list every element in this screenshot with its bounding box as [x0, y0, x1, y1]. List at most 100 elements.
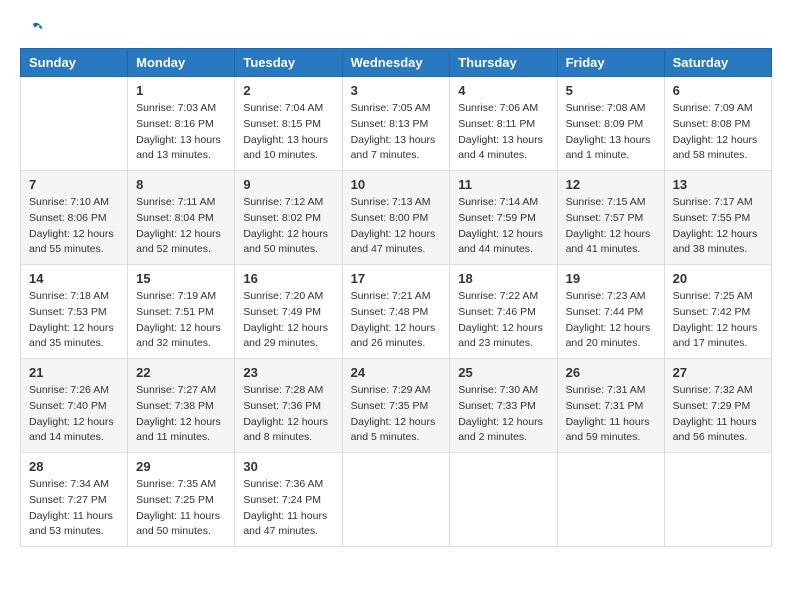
sunrise-text: Sunrise: 7:19 AM [136, 289, 226, 305]
day-info: Sunrise: 7:15 AMSunset: 7:57 PMDaylight:… [566, 195, 656, 258]
sunset-text: Sunset: 8:09 PM [566, 117, 656, 133]
calendar-header-row: SundayMondayTuesdayWednesdayThursdayFrid… [21, 49, 772, 77]
sunrise-text: Sunrise: 7:25 AM [673, 289, 763, 305]
sunrise-text: Sunrise: 7:11 AM [136, 195, 226, 211]
sunset-text: Sunset: 7:49 PM [243, 305, 333, 321]
sunset-text: Sunset: 8:08 PM [673, 117, 763, 133]
sunrise-text: Sunrise: 7:09 AM [673, 101, 763, 117]
day-number: 5 [566, 83, 656, 98]
day-number: 16 [243, 271, 333, 286]
daylight-text: Daylight: 11 hours and 47 minutes. [243, 509, 333, 541]
sunrise-text: Sunrise: 7:18 AM [29, 289, 119, 305]
daylight-text: Daylight: 11 hours and 56 minutes. [673, 415, 763, 447]
day-number: 30 [243, 459, 333, 474]
day-number: 8 [136, 177, 226, 192]
calendar-week-row: 1Sunrise: 7:03 AMSunset: 8:16 PMDaylight… [21, 77, 772, 171]
day-number: 14 [29, 271, 119, 286]
daylight-text: Daylight: 13 hours and 13 minutes. [136, 133, 226, 165]
day-info: Sunrise: 7:04 AMSunset: 8:15 PMDaylight:… [243, 101, 333, 164]
day-info: Sunrise: 7:32 AMSunset: 7:29 PMDaylight:… [673, 383, 763, 446]
calendar-cell: 2 Sunrise: 7:04 AMSunset: 8:15 PMDaylight… [235, 77, 342, 171]
daylight-text: Daylight: 12 hours and 50 minutes. [243, 227, 333, 259]
calendar-cell: 8 Sunrise: 7:11 AMSunset: 8:04 PMDaylight… [128, 171, 235, 265]
day-number: 21 [29, 365, 119, 380]
weekday-header-tuesday: Tuesday [235, 49, 342, 77]
day-info: Sunrise: 7:12 AMSunset: 8:02 PMDaylight:… [243, 195, 333, 258]
day-number: 2 [243, 83, 333, 98]
daylight-text: Daylight: 12 hours and 8 minutes. [243, 415, 333, 447]
sunset-text: Sunset: 7:55 PM [673, 211, 763, 227]
sunset-text: Sunset: 7:27 PM [29, 493, 119, 509]
calendar-cell [342, 453, 450, 547]
sunset-text: Sunset: 7:51 PM [136, 305, 226, 321]
calendar-week-row: 21Sunrise: 7:26 AMSunset: 7:40 PMDayligh… [21, 359, 772, 453]
daylight-text: Daylight: 12 hours and 41 minutes. [566, 227, 656, 259]
calendar-cell: 14 Sunrise: 7:18 AMSunset: 7:53 PMDayligh… [21, 265, 128, 359]
day-info: Sunrise: 7:09 AMSunset: 8:08 PMDaylight:… [673, 101, 763, 164]
sunset-text: Sunset: 8:02 PM [243, 211, 333, 227]
sunrise-text: Sunrise: 7:28 AM [243, 383, 333, 399]
calendar-cell: 24Sunrise: 7:29 AMSunset: 7:35 PMDayligh… [342, 359, 450, 453]
day-number: 10 [351, 177, 442, 192]
daylight-text: Daylight: 11 hours and 59 minutes. [566, 415, 656, 447]
sunrise-text: Sunrise: 7:27 AM [136, 383, 226, 399]
sunrise-text: Sunrise: 7:04 AM [243, 101, 333, 117]
weekday-header-monday: Monday [128, 49, 235, 77]
calendar-cell: 30 Sunrise: 7:36 AMSunset: 7:24 PMDayligh… [235, 453, 342, 547]
day-info: Sunrise: 7:08 AMSunset: 8:09 PMDaylight:… [566, 101, 656, 164]
day-info: Sunrise: 7:31 AMSunset: 7:31 PMDaylight:… [566, 383, 656, 446]
sunrise-text: Sunrise: 7:31 AM [566, 383, 656, 399]
calendar-cell: 6Sunrise: 7:09 AMSunset: 8:08 PMDaylight… [664, 77, 771, 171]
day-number: 23 [243, 365, 333, 380]
day-number: 11 [458, 177, 548, 192]
daylight-text: Daylight: 12 hours and 26 minutes. [351, 321, 442, 353]
sunset-text: Sunset: 8:13 PM [351, 117, 442, 133]
day-info: Sunrise: 7:25 AMSunset: 7:42 PMDaylight:… [673, 289, 763, 352]
calendar-cell [557, 453, 664, 547]
daylight-text: Daylight: 12 hours and 35 minutes. [29, 321, 119, 353]
calendar-cell [450, 453, 557, 547]
sunrise-text: Sunrise: 7:03 AM [136, 101, 226, 117]
sunrise-text: Sunrise: 7:32 AM [673, 383, 763, 399]
calendar-cell: 25Sunrise: 7:30 AMSunset: 7:33 PMDayligh… [450, 359, 557, 453]
sunrise-text: Sunrise: 7:36 AM [243, 477, 333, 493]
calendar-cell: 13Sunrise: 7:17 AMSunset: 7:55 PMDayligh… [664, 171, 771, 265]
sunset-text: Sunset: 8:00 PM [351, 211, 442, 227]
day-info: Sunrise: 7:30 AMSunset: 7:33 PMDaylight:… [458, 383, 548, 446]
calendar-cell: 9 Sunrise: 7:12 AMSunset: 8:02 PMDaylight… [235, 171, 342, 265]
day-number: 27 [673, 365, 763, 380]
day-info: Sunrise: 7:03 AMSunset: 8:16 PMDaylight:… [136, 101, 226, 164]
sunset-text: Sunset: 7:36 PM [243, 399, 333, 415]
sunrise-text: Sunrise: 7:12 AM [243, 195, 333, 211]
calendar-cell: 29Sunrise: 7:35 AMSunset: 7:25 PMDayligh… [128, 453, 235, 547]
day-number: 19 [566, 271, 656, 286]
day-info: Sunrise: 7:34 AMSunset: 7:27 PMDaylight:… [29, 477, 119, 540]
weekday-header-friday: Friday [557, 49, 664, 77]
sunrise-text: Sunrise: 7:14 AM [458, 195, 548, 211]
sunrise-text: Sunrise: 7:08 AM [566, 101, 656, 117]
sunrise-text: Sunrise: 7:21 AM [351, 289, 442, 305]
day-info: Sunrise: 7:06 AMSunset: 8:11 PMDaylight:… [458, 101, 548, 164]
daylight-text: Daylight: 11 hours and 53 minutes. [29, 509, 119, 541]
day-number: 22 [136, 365, 226, 380]
daylight-text: Daylight: 11 hours and 50 minutes. [136, 509, 226, 541]
sunset-text: Sunset: 8:11 PM [458, 117, 548, 133]
sunrise-text: Sunrise: 7:10 AM [29, 195, 119, 211]
calendar-cell: 12Sunrise: 7:15 AMSunset: 7:57 PMDayligh… [557, 171, 664, 265]
calendar-cell: 22Sunrise: 7:27 AMSunset: 7:38 PMDayligh… [128, 359, 235, 453]
day-info: Sunrise: 7:19 AMSunset: 7:51 PMDaylight:… [136, 289, 226, 352]
day-number: 9 [243, 177, 333, 192]
sunset-text: Sunset: 8:15 PM [243, 117, 333, 133]
calendar-cell: 16Sunrise: 7:20 AMSunset: 7:49 PMDayligh… [235, 265, 342, 359]
day-number: 29 [136, 459, 226, 474]
sunset-text: Sunset: 7:53 PM [29, 305, 119, 321]
sunset-text: Sunset: 7:24 PM [243, 493, 333, 509]
daylight-text: Daylight: 12 hours and 55 minutes. [29, 227, 119, 259]
sunrise-text: Sunrise: 7:35 AM [136, 477, 226, 493]
sunset-text: Sunset: 7:38 PM [136, 399, 226, 415]
sunset-text: Sunset: 7:44 PM [566, 305, 656, 321]
sunset-text: Sunset: 7:31 PM [566, 399, 656, 415]
day-info: Sunrise: 7:11 AMSunset: 8:04 PMDaylight:… [136, 195, 226, 258]
daylight-text: Daylight: 12 hours and 5 minutes. [351, 415, 442, 447]
calendar-cell [21, 77, 128, 171]
